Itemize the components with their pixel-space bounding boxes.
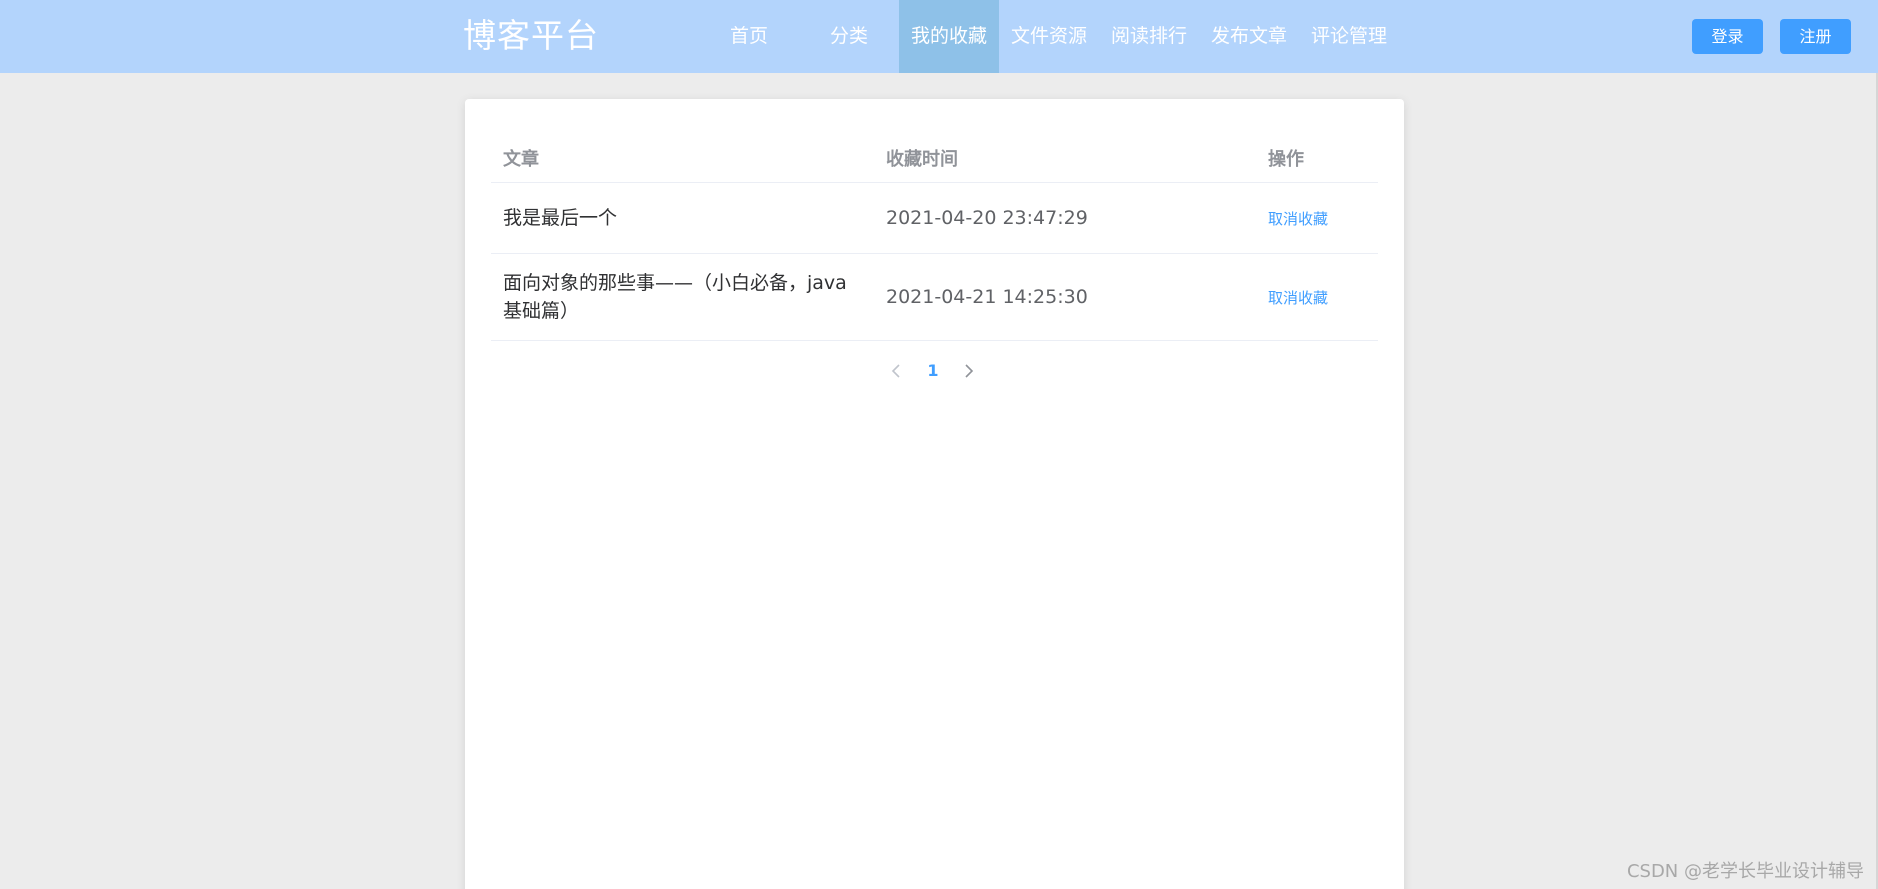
action-cell: 取消收藏 [1268,183,1368,253]
article-title-cell: 我是最后一个 [503,183,863,253]
favorite-time: 2021-04-20 23:47:29 [886,207,1088,229]
chevron-left-icon[interactable] [882,357,910,385]
nav-item-comments[interactable]: 评论管理 [1299,0,1399,73]
nav-item-ranking[interactable]: 阅读排行 [1099,0,1199,73]
table-row: 面向对象的那些事——（小白必备，java基础篇） 2021-04-21 14:2… [491,254,1378,341]
column-header-time: 收藏时间 [886,148,958,170]
login-button[interactable]: 登录 [1692,19,1763,54]
unfavorite-link[interactable]: 取消收藏 [1268,208,1328,229]
nav-item-favorites[interactable]: 我的收藏 [899,0,999,73]
chevron-right-icon[interactable] [955,357,983,385]
favorite-time-cell: 2021-04-21 14:25:30 [886,254,1246,340]
table-header-row: 文章 收藏时间 操作 [491,133,1378,183]
pagination: 1 [465,357,1404,385]
table-row: 我是最后一个 2021-04-20 23:47:29 取消收藏 [491,183,1378,254]
nav-item-files[interactable]: 文件资源 [999,0,1099,73]
nav-item-publish[interactable]: 发布文章 [1199,0,1299,73]
top-navbar: 博客平台 首页 分类 我的收藏 文件资源 阅读排行 发布文章 评论管理 登录 注… [0,0,1878,73]
favorites-card: 文章 收藏时间 操作 我是最后一个 2021-04-20 23:47:29 取消… [465,99,1404,889]
column-header-action: 操作 [1268,148,1304,170]
page-number[interactable]: 1 [919,357,947,385]
action-cell: 取消收藏 [1268,254,1368,340]
site-brand[interactable]: 博客平台 [463,14,599,58]
article-title[interactable]: 面向对象的那些事——（小白必备，java基础篇） [503,269,863,325]
article-title-cell: 面向对象的那些事——（小白必备，java基础篇） [503,254,863,340]
favorite-time: 2021-04-21 14:25:30 [886,286,1088,308]
favorite-time-cell: 2021-04-20 23:47:29 [886,183,1246,253]
article-title[interactable]: 我是最后一个 [503,204,617,232]
nav-item-category[interactable]: 分类 [799,0,899,73]
favorites-table: 文章 收藏时间 操作 我是最后一个 2021-04-20 23:47:29 取消… [491,133,1378,341]
column-header-article: 文章 [503,148,539,170]
unfavorite-link[interactable]: 取消收藏 [1268,287,1328,308]
watermark: CSDN @老学长毕业设计辅导 [1626,861,1864,882]
register-button[interactable]: 注册 [1780,19,1851,54]
nav-item-home[interactable]: 首页 [699,0,799,73]
